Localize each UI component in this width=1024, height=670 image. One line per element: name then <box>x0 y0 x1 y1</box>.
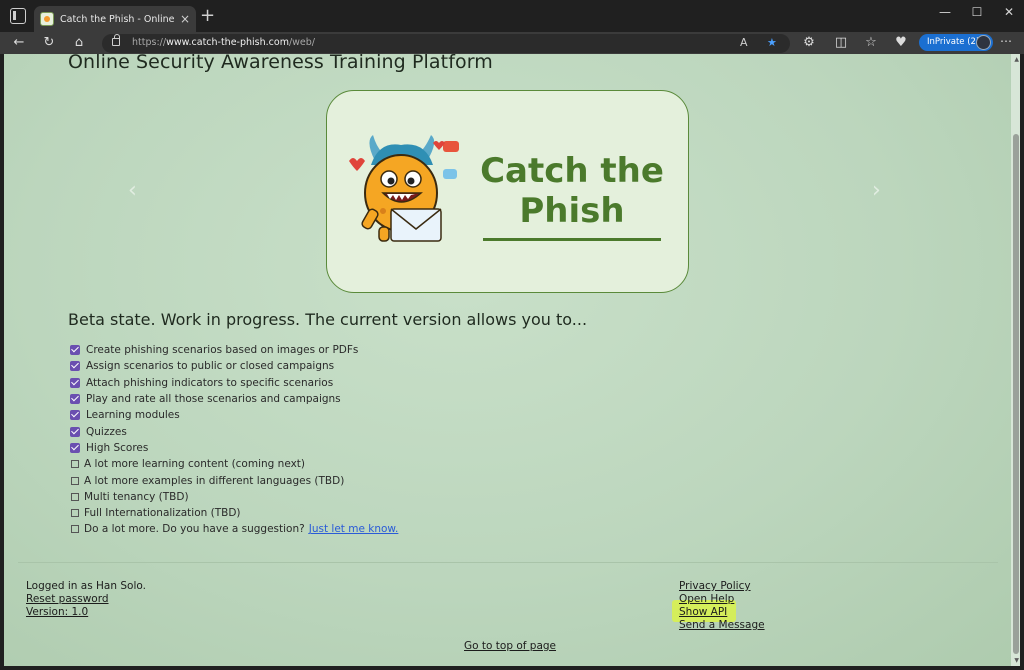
feature-item: High Scores <box>70 440 398 456</box>
feature-item: Play and rate all those scenarios and ca… <box>70 391 398 407</box>
privacy-policy-link[interactable]: Privacy Policy <box>679 580 765 593</box>
checked-checkbox-icon <box>70 345 80 356</box>
suggestion-link[interactable]: Just let me know. <box>309 523 399 535</box>
feature-list: Create phishing scenarios based on image… <box>70 342 398 538</box>
feature-item: Create phishing scenarios based on image… <box>70 342 398 358</box>
split-screen-icon[interactable]: ◫ <box>832 35 850 51</box>
feature-label: Create phishing scenarios based on image… <box>86 344 359 357</box>
unchecked-checkbox-icon <box>71 509 79 518</box>
page-scrollbar[interactable]: ▲ ▼ <box>1011 54 1020 666</box>
logo-wordmark: Catch the Phish <box>480 151 664 231</box>
tab-actions-icon[interactable] <box>10 8 26 24</box>
logo-banner: Catch the Phish <box>326 90 689 293</box>
feature-label: High Scores <box>86 441 149 454</box>
feature-label: A lot more learning content (coming next… <box>84 458 306 471</box>
show-api-link[interactable]: Show API <box>679 606 765 619</box>
read-aloud-icon[interactable]: A <box>740 36 748 49</box>
maximize-button[interactable]: ☐ <box>962 5 992 19</box>
checked-checkbox-icon <box>70 426 80 437</box>
home-icon[interactable]: ⌂ <box>70 35 88 51</box>
close-window-button[interactable]: ✕ <box>994 5 1024 19</box>
address-bar[interactable]: https://www.catch-the-phish.com/web/ A ★ <box>102 34 790 53</box>
extensions-icon[interactable]: ⚙ <box>800 35 818 51</box>
favorites-icon[interactable]: ☆ <box>862 35 880 51</box>
carousel-prev-icon[interactable]: ‹ <box>128 178 137 203</box>
feature-label: Play and rate all those scenarios and ca… <box>86 393 341 406</box>
logged-in-text: Logged in as Han Solo. <box>26 580 146 592</box>
checked-checkbox-icon <box>70 442 80 453</box>
new-tab-button[interactable]: + <box>200 7 215 25</box>
checked-checkbox-icon <box>70 410 80 421</box>
scroll-up-icon[interactable]: ▲ <box>1014 56 1019 63</box>
go-to-top-link[interactable]: Go to top of page <box>464 640 556 652</box>
lock-icon[interactable] <box>112 34 120 46</box>
unchecked-checkbox-icon <box>71 460 79 469</box>
browser-tab[interactable]: Catch the Phish - Online Security × <box>34 6 196 32</box>
reset-password-link[interactable]: Reset password <box>26 593 146 606</box>
feature-label: Do a lot more. Do you have a suggestion? <box>84 523 305 536</box>
logo-underline <box>483 238 661 241</box>
feature-label: Multi tenancy (TBD) <box>84 490 189 503</box>
feature-item: Attach phishing indicators to specific s… <box>70 375 398 391</box>
feature-item: Multi tenancy (TBD) <box>70 489 398 505</box>
avatar <box>976 35 991 50</box>
page-viewport: Online Security Awareness Training Platf… <box>4 54 1020 666</box>
more-icon[interactable]: ⋯ <box>1000 34 1012 48</box>
feature-item: Full Internationalization (TBD) <box>70 505 398 521</box>
open-help-link[interactable]: Open Help <box>679 593 765 606</box>
back-icon[interactable]: ← <box>10 35 28 51</box>
unchecked-checkbox-icon <box>71 492 79 501</box>
footer-account: Logged in as Han Solo. Reset password Ve… <box>26 580 146 619</box>
feature-label: A lot more examples in different languag… <box>84 474 345 487</box>
close-tab-icon[interactable]: × <box>180 13 190 25</box>
scroll-thumb[interactable] <box>1013 134 1019 654</box>
inprivate-badge[interactable]: InPrivate (2) <box>919 34 993 51</box>
browser-toolbar: ← ↻ ⌂ https://www.catch-the-phish.com/we… <box>0 32 1024 54</box>
feature-item: Quizzes <box>70 423 398 439</box>
feature-item: A lot more learning content (coming next… <box>70 456 398 472</box>
favicon-icon <box>40 12 54 26</box>
page-title: Online Security Awareness Training Platf… <box>68 54 493 73</box>
send-message-link[interactable]: Send a Message <box>679 619 765 632</box>
minimize-button[interactable]: — <box>930 5 960 19</box>
scroll-down-icon[interactable]: ▼ <box>1014 657 1019 664</box>
feature-label: Assign scenarios to public or closed cam… <box>86 360 335 373</box>
feature-label: Quizzes <box>86 425 127 438</box>
url-text[interactable]: https://www.catch-the-phish.com/web/ <box>132 37 315 48</box>
footer-links: Privacy Policy Open Help Show API Send a… <box>679 580 765 632</box>
refresh-icon[interactable]: ↻ <box>40 35 58 51</box>
feature-label: Full Internationalization (TBD) <box>84 507 241 520</box>
footer-divider <box>18 562 998 563</box>
unchecked-checkbox-icon <box>71 476 79 485</box>
feature-label: Learning modules <box>86 409 180 422</box>
feature-item: Do a lot more. Do you have a suggestion?… <box>70 521 398 537</box>
mascot-monster-icon <box>349 135 459 242</box>
title-bar: Catch the Phish - Online Security × + — … <box>0 0 1024 32</box>
feature-item: Assign scenarios to public or closed cam… <box>70 358 398 374</box>
favorite-star-icon[interactable]: ★ <box>767 36 777 49</box>
checked-checkbox-icon <box>70 361 80 372</box>
feature-item: A lot more examples in different languag… <box>70 472 398 488</box>
feature-label: Attach phishing indicators to specific s… <box>86 376 334 389</box>
version-link[interactable]: Version: 1.0 <box>26 606 146 619</box>
unchecked-checkbox-icon <box>71 525 79 534</box>
feature-item: Learning modules <box>70 407 398 423</box>
beta-subtitle: Beta state. Work in progress. The curren… <box>68 310 588 329</box>
checked-checkbox-icon <box>70 377 80 388</box>
checked-checkbox-icon <box>70 394 80 405</box>
carousel-next-icon[interactable]: › <box>872 178 881 203</box>
browser-essentials-icon[interactable]: ♥ <box>892 35 910 51</box>
tab-title: Catch the Phish - Online Security <box>60 13 176 25</box>
